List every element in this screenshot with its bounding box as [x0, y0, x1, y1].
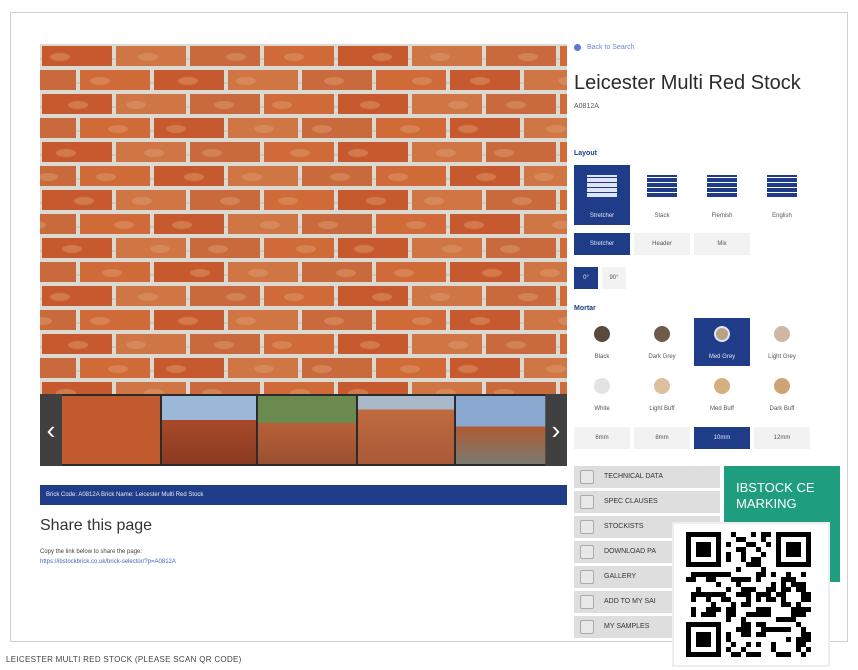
- brick-wall-graphic: [40, 46, 567, 394]
- brick-preview-image: [40, 44, 567, 394]
- action-icon: [580, 470, 594, 484]
- mortar-swatch: [594, 378, 610, 394]
- action-icon: [580, 495, 594, 509]
- mortar-label: Black: [594, 354, 610, 360]
- action-icon: [580, 545, 594, 559]
- joint-width-option[interactable]: 8mm: [634, 427, 690, 449]
- page-caption: LEICESTER MULTI RED STOCK (PLEASE SCAN Q…: [6, 655, 242, 664]
- mortar-label: Dark Buff: [769, 406, 795, 412]
- action-icon: [580, 620, 594, 634]
- mortar-swatch: [774, 326, 790, 342]
- bond-option-stack[interactable]: Stack: [634, 165, 690, 225]
- share-instructions: Copy the link below to share the page:: [40, 549, 143, 555]
- product-title: Leicester Multi Red Stock: [574, 72, 801, 94]
- mortar-option[interactable]: Light Grey: [754, 318, 810, 366]
- thumbnail-house[interactable]: [162, 396, 256, 464]
- action-button[interactable]: SPEC CLAUSES: [574, 491, 720, 513]
- action-label: DOWNLOAD PA: [604, 548, 656, 555]
- thumbnail-brick[interactable]: [62, 396, 160, 464]
- action-label: ADD TO MY SAI: [604, 598, 656, 605]
- mortar-swatch: [774, 378, 790, 394]
- action-label: MY SAMPLES: [604, 623, 650, 630]
- share-title: Share this page: [40, 517, 153, 534]
- mortar-label: Light Grey: [768, 354, 796, 360]
- action-label: TECHNICAL DATA: [604, 473, 663, 480]
- bond-label: Flemish: [711, 213, 733, 219]
- angle-option[interactable]: 90°: [602, 267, 626, 289]
- bond-option-stretcher[interactable]: Stretcher: [574, 165, 630, 225]
- joint-width-option[interactable]: 12mm: [754, 427, 810, 449]
- action-icon: [580, 570, 594, 584]
- mortar-option[interactable]: Med Buff: [694, 370, 750, 418]
- bond-option-flemish[interactable]: Flemish: [694, 165, 750, 225]
- qr-code-graphic: [686, 532, 811, 657]
- orientation-option[interactable]: Header: [634, 233, 690, 255]
- mortar-label: White: [594, 406, 610, 412]
- action-button[interactable]: TECHNICAL DATA: [574, 466, 720, 488]
- qr-code: [672, 522, 830, 667]
- mortar-heading: Mortar: [574, 305, 596, 312]
- action-icon: [580, 520, 594, 534]
- thumbnail-next-button[interactable]: ›: [545, 394, 567, 466]
- mortar-option[interactable]: Black: [574, 318, 630, 366]
- mortar-label: Light Buff: [649, 406, 675, 412]
- mortar-option[interactable]: Dark Buff: [754, 370, 810, 418]
- mortar-option[interactable]: Dark Grey: [634, 318, 690, 366]
- share-link[interactable]: https://ibstockbrick.co.uk/brick-selecto…: [40, 559, 176, 565]
- mortar-label: Med Buff: [710, 406, 734, 412]
- bond-label: Stretcher: [589, 213, 615, 219]
- mortar-option[interactable]: Light Buff: [634, 370, 690, 418]
- layout-heading: Layout: [574, 150, 597, 157]
- mortar-option[interactable]: Med Grey: [694, 318, 750, 366]
- ce-marking-label: IBSTOCK CE MARKING: [736, 480, 815, 511]
- thumbnail-prev-button[interactable]: ‹: [40, 394, 62, 466]
- orientation-option[interactable]: Stretcher: [574, 233, 630, 255]
- thumbnail-wall[interactable]: [456, 396, 546, 464]
- thumbnail-building[interactable]: [358, 396, 454, 464]
- mortar-swatch: [594, 326, 610, 342]
- action-label: STOCKISTS: [604, 523, 644, 530]
- mortar-swatch: [654, 326, 670, 342]
- mortar-option[interactable]: White: [574, 370, 630, 418]
- mortar-swatch: [654, 378, 670, 394]
- thumbnail-garden[interactable]: [258, 396, 356, 464]
- back-to-search-link[interactable]: Back to Search: [574, 44, 634, 51]
- bond-label: Stack: [654, 213, 670, 219]
- action-label: SPEC CLAUSES: [604, 498, 658, 505]
- thumbnail-strip[interactable]: [40, 394, 567, 466]
- bond-label: English: [772, 213, 792, 219]
- brick-bond-icon: [707, 175, 737, 197]
- brick-bond-icon: [587, 175, 617, 197]
- brick-bond-icon: [767, 175, 797, 197]
- back-arrow-icon: [574, 44, 581, 51]
- mortar-swatch: [714, 378, 730, 394]
- brick-bond-icon: [647, 175, 677, 197]
- back-to-search-label: Back to Search: [587, 44, 635, 51]
- brick-info-bar: Brick Code: A0812A Brick Name: Leicester…: [40, 485, 567, 505]
- bond-option-english[interactable]: English: [754, 165, 810, 225]
- action-label: GALLERY: [604, 573, 637, 580]
- action-icon: [580, 595, 594, 609]
- joint-width-option[interactable]: 10mm: [694, 427, 750, 449]
- mortar-label: Dark Grey: [648, 354, 676, 360]
- orientation-option[interactable]: Mix: [694, 233, 750, 255]
- angle-option[interactable]: 0°: [574, 267, 598, 289]
- product-code: A0812A: [574, 103, 599, 110]
- joint-width-option[interactable]: 6mm: [574, 427, 630, 449]
- mortar-label: Med Grey: [708, 354, 736, 360]
- mortar-swatch: [714, 326, 730, 342]
